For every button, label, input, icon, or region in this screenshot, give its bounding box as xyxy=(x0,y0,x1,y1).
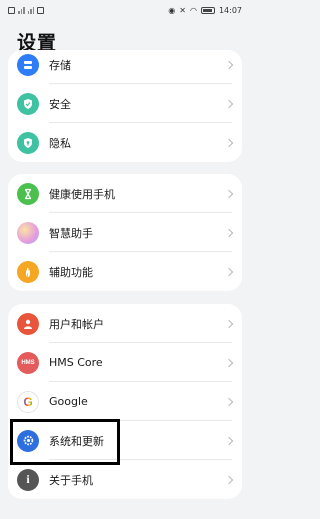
signal-icon xyxy=(18,6,25,14)
chevron-right-icon xyxy=(224,436,234,445)
battery-icon xyxy=(200,6,215,14)
google-badge: G xyxy=(23,394,33,409)
info-badge: i xyxy=(26,472,30,486)
settings-item-about-phone[interactable]: i 关于手机 xyxy=(8,460,242,499)
accessibility-hand-icon xyxy=(17,260,39,283)
chevron-right-icon xyxy=(224,475,234,484)
chevron-right-icon xyxy=(224,319,234,328)
settings-item-label: 安全 xyxy=(49,97,71,111)
chevron-right-icon xyxy=(224,99,234,108)
clock: 14:07 xyxy=(218,5,242,15)
settings-item-digital-balance[interactable]: 健康使用手机 xyxy=(8,174,242,213)
settings-item-smart-assistant[interactable]: 智慧助手 xyxy=(8,213,242,252)
chevron-right-icon xyxy=(224,397,234,406)
smart-assistant-icon xyxy=(17,221,39,244)
notification-icon xyxy=(8,6,15,14)
signal-2-icon xyxy=(27,6,34,14)
settings-item-label: Google xyxy=(49,395,88,408)
chevron-right-icon xyxy=(224,138,234,147)
status-right-icons: ◉ ✕ ◠ 14:07 xyxy=(168,6,242,15)
mute-icon: ✕ xyxy=(179,5,186,15)
settings-item-hms-core[interactable]: HMS HMS Core xyxy=(8,343,242,382)
storage-icon xyxy=(17,53,39,76)
chevron-right-icon xyxy=(224,189,234,198)
settings-item-label: HMS Core xyxy=(49,356,103,369)
wifi-icon: ◠ xyxy=(189,5,197,15)
settings-item-privacy[interactable]: 隐私 xyxy=(8,123,242,162)
settings-group-system: 用户和帐户 HMS HMS Core G Google 系统和更新 i 关于手机 xyxy=(8,304,242,499)
hourglass-icon xyxy=(17,182,39,205)
eye-comfort-icon: ◉ xyxy=(168,5,176,15)
user-icon xyxy=(17,312,39,335)
chevron-right-icon xyxy=(224,358,234,367)
settings-item-label: 用户和帐户 xyxy=(49,317,104,331)
settings-group-security: 存储 安全 隐私 xyxy=(8,50,242,162)
sim-icon xyxy=(37,6,44,14)
chevron-right-icon xyxy=(224,267,234,276)
settings-item-label: 智慧助手 xyxy=(49,226,93,240)
privacy-icon xyxy=(17,131,39,154)
settings-item-label: 健康使用手机 xyxy=(49,187,115,201)
settings-item-label: 存储 xyxy=(49,58,71,72)
settings-group-assist: 健康使用手机 智慧助手 辅助功能 xyxy=(8,174,242,291)
highlight-box xyxy=(10,419,120,465)
settings-item-security[interactable]: 安全 xyxy=(8,84,242,123)
settings-item-storage[interactable]: 存储 xyxy=(8,50,242,84)
settings-item-users-accounts[interactable]: 用户和帐户 xyxy=(8,304,242,343)
hms-icon: HMS xyxy=(17,351,39,374)
info-icon: i xyxy=(17,468,39,491)
settings-item-label: 辅助功能 xyxy=(49,265,93,279)
status-bar: ◉ ✕ ◠ 14:07 xyxy=(0,0,250,20)
chevron-right-icon xyxy=(224,228,234,237)
hms-badge: HMS xyxy=(21,359,35,366)
google-icon: G xyxy=(17,390,39,413)
security-shield-icon xyxy=(17,92,39,115)
settings-item-accessibility[interactable]: 辅助功能 xyxy=(8,252,242,291)
settings-item-google[interactable]: G Google xyxy=(8,382,242,421)
settings-item-label: 关于手机 xyxy=(49,473,93,487)
status-left-icons xyxy=(8,6,44,14)
settings-item-label: 隐私 xyxy=(49,136,71,150)
chevron-right-icon xyxy=(224,60,234,69)
